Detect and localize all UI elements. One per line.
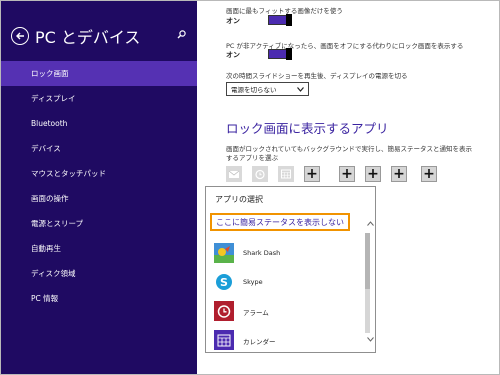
scroll-down-icon[interactable] [367,337,374,342]
sidebar-item-screen-ops[interactable]: 画面の操作 [1,186,197,211]
back-arrow-icon [16,32,24,40]
app-item-shark-dash[interactable]: Shark Dash [214,243,354,265]
no-status-option-label: ここに簡易ステータスを表示しない [216,218,344,227]
inactive-lock-toggle[interactable] [268,48,292,60]
plus-icon: + [367,166,379,182]
app-item-skype[interactable]: S Skype [214,272,354,294]
lock-apps-title: ロック画面に表示するアプリ [226,121,389,136]
add-app-slot-3[interactable]: + [365,166,381,182]
no-status-option[interactable]: ここに簡易ステータスを表示しない [210,213,350,231]
app-name: Skype [243,278,263,286]
alarm-icon [214,301,234,321]
svg-text:S: S [220,276,228,289]
app-name: カレンダー [243,338,276,346]
mail-icon [228,170,240,178]
lock-apps-description: 画面がロックされていてもバックグラウンドで実行し、簡易ステータスと通知を表示する… [226,145,473,162]
plus-icon: + [341,166,353,182]
search-icon[interactable] [177,30,186,39]
skype-icon: S [214,272,234,292]
sidebar-item-devices[interactable]: デバイス [1,136,197,161]
shark-dash-icon [214,243,234,263]
add-app-slot-4[interactable]: + [391,166,407,182]
app-item-alarm[interactable]: アラーム [214,301,354,323]
alarm-app-slot[interactable] [252,166,268,182]
back-button[interactable] [11,27,29,45]
add-app-slot-2[interactable]: + [339,166,355,182]
sidebar-item-bluetooth[interactable]: Bluetooth [1,111,197,136]
fit-image-state: オン [226,17,240,25]
slideshow-label: 次の時間スライドショーを再生後、ディスプレイの電源を切る [226,72,408,80]
sidebar-item-lock-screen[interactable]: ロック画面 [1,61,197,86]
calendar-app-slot[interactable] [278,166,294,182]
fit-image-toggle[interactable] [268,14,292,26]
plus-icon: + [393,166,405,182]
sidebar-item-power-sleep[interactable]: 電源とスリープ [1,211,197,236]
sidebar-item-display[interactable]: ディスプレイ [1,86,197,111]
popup-scrollbar[interactable] [365,233,370,333]
inactive-lock-label: PC が非アクティブになったら、画面をオフにする代わりにロック画面を表示する [226,42,464,50]
sidebar-title: PC とデバイス [35,28,141,47]
plus-icon: + [423,166,435,182]
mail-app-slot[interactable] [226,166,242,182]
calendar-icon [281,169,291,179]
power-off-select[interactable]: 電源を切らない [226,82,309,96]
add-app-slot-1[interactable]: + [304,166,320,182]
inactive-lock-state: オン [226,51,240,59]
toggle-knob [286,14,292,26]
sidebar-item-pc-info[interactable]: PC 情報 [1,286,197,311]
plus-icon: + [306,166,318,182]
alarm-clock-icon [255,169,265,180]
power-off-select-value: 電源を切らない [231,86,277,94]
fit-image-label: 画面に最もフィットする画像だけを使う [226,7,343,15]
sidebar-item-disk-space[interactable]: ディスク領域 [1,261,197,286]
app-picker-popup: アプリの選択 ここに簡易ステータスを表示しない Shark Dash S Sky… [205,186,376,353]
sidebar: PC とデバイス ロック画面 ディスプレイ Bluetooth デバイス マウス… [1,1,197,374]
scrollbar-thumb[interactable] [365,233,370,289]
add-app-slot-5[interactable]: + [421,166,437,182]
popup-title: アプリの選択 [215,195,263,204]
app-name: Shark Dash [243,249,281,257]
calendar-icon [214,330,234,350]
app-item-calendar[interactable]: カレンダー [214,330,354,352]
app-name: アラーム [243,309,269,317]
scroll-up-icon[interactable] [367,221,374,226]
sidebar-nav: ロック画面 ディスプレイ Bluetooth デバイス マウスとタッチパッド 画… [1,61,197,311]
chevron-down-icon [297,87,304,92]
sidebar-item-autoplay[interactable]: 自動再生 [1,236,197,261]
sidebar-item-mouse-touchpad[interactable]: マウスとタッチパッド [1,161,197,186]
toggle-knob [286,48,292,60]
